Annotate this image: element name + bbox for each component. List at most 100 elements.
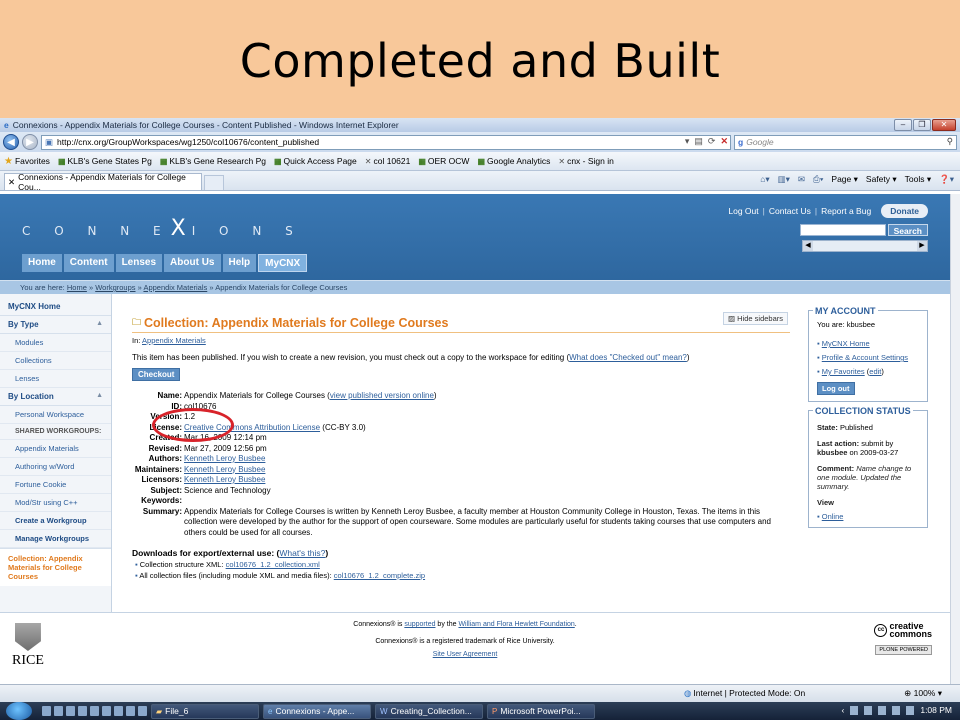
sidebar-mycnx-home[interactable]: MyCNX Home xyxy=(0,294,111,316)
sidebar-current-item[interactable]: Collection: Appendix Materials for Colle… xyxy=(0,548,111,586)
sidebar-item-personal[interactable]: Personal Workspace xyxy=(0,406,111,424)
sidebar-workgroup[interactable]: Mod/Str using C++ xyxy=(0,494,111,512)
sidebar-item-modules[interactable]: Modules xyxy=(0,334,111,352)
sidebar-by-type[interactable]: By Type ▲ xyxy=(0,316,111,334)
collapse-icon[interactable]: ▲ xyxy=(96,320,103,327)
favorite-link[interactable]: ▦ KLB's Gene States Pg xyxy=(58,156,152,166)
browser-tab[interactable]: ✕ Connexions - Appendix Materials for Co… xyxy=(4,172,202,192)
sidebar-create-workgroup[interactable]: Create a Workgroup xyxy=(0,512,111,530)
sidebar-manage-workgroups[interactable]: Manage Workgroups xyxy=(0,530,111,548)
site-search-button[interactable]: Search xyxy=(887,224,928,236)
report-bug-link[interactable]: Report a Bug xyxy=(821,206,871,216)
account-settings-link[interactable]: Profile & Account Settings xyxy=(822,353,908,362)
view-online-link[interactable]: Online xyxy=(822,512,844,521)
forward-button[interactable]: ▶ xyxy=(22,134,38,150)
collapse-icon[interactable]: ▲ xyxy=(96,392,103,399)
scroll-widget[interactable]: ◀ ▶ xyxy=(802,240,928,252)
back-button[interactable]: ◀ xyxy=(3,134,19,150)
sidebar-workgroup[interactable]: Authoring w/Word xyxy=(0,458,111,476)
taskbar-item[interactable]: W Creating_Collection... xyxy=(375,703,483,719)
favorite-link[interactable]: ▦ OER OCW xyxy=(418,156,469,166)
page-menu[interactable]: Page ▾ xyxy=(831,174,858,185)
feeds-icon[interactable]: ▥▾ xyxy=(778,174,790,185)
search-icon[interactable]: ⚲ xyxy=(947,136,953,147)
favorites-button[interactable]: ★ Favorites xyxy=(4,156,50,167)
tray-icon[interactable] xyxy=(864,705,873,715)
refresh-icon[interactable]: ⟳ xyxy=(708,136,716,147)
view-online-link[interactable]: view published version online xyxy=(330,391,434,400)
minimize-button[interactable]: – xyxy=(894,119,912,131)
sidebar-by-location[interactable]: By Location ▲ xyxy=(0,388,111,406)
whats-this-link[interactable]: What's this? xyxy=(279,548,325,558)
maximize-button[interactable]: ❐ xyxy=(913,119,931,131)
dropdown-icon[interactable]: ▾ xyxy=(685,136,690,147)
sidebar-item-collections[interactable]: Collections xyxy=(0,352,111,370)
donate-button[interactable]: Donate xyxy=(881,204,928,218)
collection-xml-link[interactable]: col10676_1.2_collection.xml xyxy=(226,560,320,569)
creative-commons-logo[interactable]: cc creative commons xyxy=(874,622,932,639)
tray-icon[interactable] xyxy=(892,705,901,715)
favorite-link[interactable]: ✕ cnx - Sign in xyxy=(558,156,613,166)
contact-link[interactable]: Contact Us xyxy=(769,206,811,216)
author-link[interactable]: Kenneth Leroy Busbee xyxy=(184,454,790,465)
connexions-logo[interactable]: C O N N EXI O N S xyxy=(22,216,303,241)
hide-sidebars-button[interactable]: ▨ Hide sidebars xyxy=(722,312,788,325)
search-input[interactable]: g Google ⚲ xyxy=(734,134,957,150)
quicklaunch-icon[interactable] xyxy=(54,706,63,716)
sidebar-workgroup[interactable]: Fortune Cookie xyxy=(0,476,111,494)
favorite-link[interactable]: ▦ Google Analytics xyxy=(477,156,550,166)
quicklaunch-icon[interactable] xyxy=(114,706,123,716)
favorite-link[interactable]: ✕ col 10621 xyxy=(365,156,411,166)
quicklaunch-icon[interactable] xyxy=(78,706,87,716)
user-agreement-link[interactable]: Site User Agreement xyxy=(433,651,498,658)
stop-icon[interactable]: ✕ xyxy=(720,136,728,147)
supported-link[interactable]: supported xyxy=(404,621,435,628)
plone-badge[interactable]: PLONE POWERED xyxy=(875,645,932,655)
hewlett-link[interactable]: William and Flora Hewlett Foundation xyxy=(458,621,574,628)
zoom-control[interactable]: ⊕ 100% ▾ xyxy=(904,688,942,699)
print-icon[interactable]: ⎙▾ xyxy=(813,174,823,185)
tray-icon[interactable] xyxy=(878,705,887,715)
quicklaunch-icon[interactable] xyxy=(42,706,51,716)
tools-menu[interactable]: Tools ▾ xyxy=(905,174,931,185)
nav-tab-lenses[interactable]: Lenses xyxy=(115,254,163,272)
checkout-button[interactable]: Checkout xyxy=(132,368,181,381)
sidebar-workgroup[interactable]: Appendix Materials xyxy=(0,440,111,458)
scroll-left-icon[interactable]: ◀ xyxy=(803,241,813,251)
url-input[interactable]: ▣ http://cnx.org/GroupWorkspaces/wg1250/… xyxy=(41,134,731,150)
start-button[interactable] xyxy=(6,702,32,720)
safety-menu[interactable]: Safety ▾ xyxy=(866,174,897,185)
favorites-edit-link[interactable]: edit xyxy=(869,367,881,376)
taskbar-item[interactable]: ▰ File_6 xyxy=(151,703,259,719)
rice-logo[interactable]: RICE xyxy=(12,623,44,669)
mail-icon[interactable]: ✉ xyxy=(798,174,805,185)
complete-zip-link[interactable]: col10676_1.2_complete.zip xyxy=(334,571,425,580)
taskbar-item[interactable]: e Connexions - Appe... xyxy=(263,703,371,719)
compat-icon[interactable]: ▤ xyxy=(694,136,703,147)
home-icon[interactable]: ⌂▾ xyxy=(760,174,769,185)
licensor-link[interactable]: Kenneth Leroy Busbee xyxy=(184,475,790,486)
nav-tab-home[interactable]: Home xyxy=(22,254,62,272)
my-favorites-link[interactable]: My Favorites xyxy=(822,367,865,376)
scroll-right-icon[interactable]: ▶ xyxy=(917,241,927,251)
in-workgroup-link[interactable]: Appendix Materials xyxy=(142,336,206,345)
breadcrumb-home[interactable]: Home xyxy=(67,283,87,292)
vertical-scrollbar[interactable] xyxy=(950,194,960,702)
help-icon[interactable]: ❓▾ xyxy=(939,174,954,185)
logout-button[interactable]: Log out xyxy=(817,382,855,395)
nav-tab-mycnx[interactable]: MyCNX xyxy=(258,254,308,272)
quicklaunch-icon[interactable] xyxy=(90,706,99,716)
breadcrumb-appendix[interactable]: Appendix Materials xyxy=(143,283,207,292)
taskbar-item[interactable]: P Microsoft PowerPoi... xyxy=(487,703,595,719)
tray-icon[interactable] xyxy=(850,705,859,715)
favorite-link[interactable]: ▦ Quick Access Page xyxy=(274,156,357,166)
maintainer-link[interactable]: Kenneth Leroy Busbee xyxy=(184,465,790,476)
tray-arrow-icon[interactable]: ‹ xyxy=(842,705,845,715)
quicklaunch-icon[interactable] xyxy=(138,706,147,716)
quicklaunch-icon[interactable] xyxy=(66,706,75,716)
tray-icon[interactable] xyxy=(906,705,915,715)
nav-tab-help[interactable]: Help xyxy=(222,254,257,272)
account-mycnx-link[interactable]: MyCNX Home xyxy=(822,339,870,348)
clock[interactable]: 1:08 PM xyxy=(920,705,952,715)
quicklaunch-icon[interactable] xyxy=(102,706,111,716)
